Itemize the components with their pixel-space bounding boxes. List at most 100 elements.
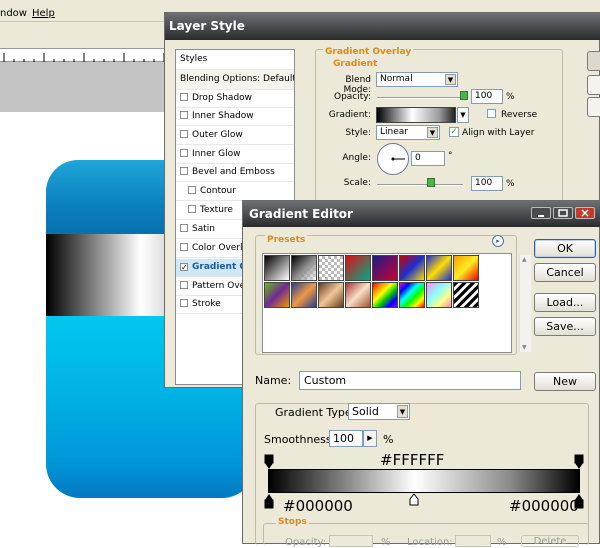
presets-scrollbar[interactable]: ▲ ▼: [519, 255, 531, 352]
checkbox[interactable]: [180, 149, 188, 157]
angle-label: Angle:: [342, 153, 371, 163]
color-stop-left[interactable]: [264, 493, 274, 509]
opacity-stop-right[interactable]: [574, 454, 584, 470]
style-label: Style:: [345, 128, 371, 138]
preset-swatch[interactable]: [426, 282, 452, 308]
minimize-icon[interactable]: [531, 207, 551, 219]
maximize-icon[interactable]: [553, 207, 573, 219]
preset-swatch[interactable]: [264, 282, 290, 308]
chevron-right-icon[interactable]: ▶: [363, 430, 377, 447]
checkbox[interactable]: [180, 299, 188, 307]
delete-button[interactable]: Delete: [521, 535, 579, 547]
cancel-button[interactable]: Cancel: [534, 263, 596, 282]
name-input[interactable]: Custom: [299, 371, 521, 390]
smoothness-field[interactable]: 100: [329, 430, 363, 447]
preset-swatch[interactable]: [372, 255, 398, 281]
preset-swatch[interactable]: [318, 282, 344, 308]
preset-swatch[interactable]: [453, 255, 479, 281]
checkbox[interactable]: [180, 281, 188, 289]
presets-menu-icon[interactable]: ▸: [492, 235, 504, 247]
ok-button-partial[interactable]: [587, 51, 600, 71]
angle-field[interactable]: 0: [411, 151, 445, 166]
gradient-type-select[interactable]: Solid ▼: [348, 403, 410, 420]
preset-swatch[interactable]: [426, 255, 452, 281]
close-icon[interactable]: [575, 207, 595, 219]
checkbox[interactable]: [180, 111, 188, 119]
reverse-checkbox[interactable]: [487, 109, 496, 118]
preset-swatch[interactable]: [399, 255, 425, 281]
align-with-layer-label: Align with Layer: [462, 128, 535, 138]
horizontal-ruler: [0, 48, 166, 63]
styles-list-header[interactable]: Styles: [176, 50, 294, 70]
gradient-preview-swatch[interactable]: [376, 107, 456, 123]
new-style-button-partial[interactable]: [587, 97, 600, 117]
presets-label: Presets: [265, 235, 308, 245]
preset-swatch[interactable]: [318, 255, 344, 281]
ok-button[interactable]: OK: [534, 239, 596, 258]
checkbox[interactable]: [180, 167, 188, 175]
scroll-up-icon[interactable]: ▲: [522, 256, 527, 263]
preset-swatch[interactable]: [345, 282, 371, 308]
style-item-blending-options[interactable]: Blending Options: Default: [176, 70, 294, 90]
style-item-contour[interactable]: Contour: [176, 183, 294, 201]
stop-location-percent: %: [497, 537, 507, 548]
menu-item-help[interactable]: Help: [32, 8, 55, 19]
preset-swatch[interactable]: [399, 282, 425, 308]
scroll-down-icon[interactable]: ▼: [522, 344, 527, 351]
preset-swatch[interactable]: [453, 282, 479, 308]
preset-swatch[interactable]: [264, 255, 290, 281]
checkbox[interactable]: [180, 93, 188, 101]
checkbox[interactable]: [180, 243, 188, 251]
stop-location-field[interactable]: [455, 535, 491, 547]
scale-label: Scale:: [343, 178, 371, 188]
stop-opacity-field[interactable]: [329, 535, 373, 547]
left-stop-color-label: #000000: [283, 497, 353, 515]
gradient-type-label: Gradient Type:: [275, 406, 356, 419]
scale-slider-thumb[interactable]: [427, 178, 435, 187]
gradient-editor-title-text: Gradient Editor: [249, 207, 353, 221]
menu-item-window[interactable]: ndow: [0, 8, 27, 19]
opacity-field[interactable]: 100: [471, 89, 503, 104]
style-item-inner-glow[interactable]: Inner Glow: [176, 146, 294, 164]
percent-label: %: [383, 433, 394, 446]
top-stop-color-label: #FFFFFF: [380, 451, 445, 469]
reverse-label: Reverse: [501, 110, 538, 120]
checkbox[interactable]: [180, 224, 188, 232]
gradient-bar[interactable]: [268, 469, 580, 493]
new-button[interactable]: New: [534, 372, 596, 391]
load-button[interactable]: Load...: [534, 293, 596, 312]
canvas-pasteboard: [0, 62, 166, 112]
style-item-inner-shadow[interactable]: Inner Shadow: [176, 108, 294, 126]
opacity-stop-left[interactable]: [264, 454, 274, 470]
chevron-down-icon: ▼: [445, 74, 456, 85]
gradient-label: Gradient:: [328, 110, 371, 120]
checkmark-icon[interactable]: ✓: [449, 127, 459, 137]
preset-swatch[interactable]: [291, 255, 317, 281]
checkbox[interactable]: [188, 186, 196, 194]
stop-opacity-percent: %: [381, 537, 391, 548]
scale-slider-track[interactable]: [377, 184, 463, 186]
name-label: Name:: [255, 374, 292, 387]
chevron-down-icon[interactable]: ▼: [457, 107, 469, 123]
preset-swatch[interactable]: [291, 282, 317, 308]
checkmark-icon[interactable]: ✓: [180, 263, 188, 272]
cancel-button-partial[interactable]: [587, 75, 600, 95]
checkbox[interactable]: [180, 130, 188, 138]
scale-field[interactable]: 100: [471, 176, 503, 191]
style-select[interactable]: Linear ▼: [376, 125, 440, 140]
gradient-editor-dialog: Gradient Editor Presets ▸ ▲ ▼ OK Cancel …: [242, 200, 600, 548]
opacity-slider-thumb[interactable]: [460, 91, 468, 100]
preset-swatch[interactable]: [345, 255, 371, 281]
style-item-bevel-emboss[interactable]: Bevel and Emboss: [176, 164, 294, 182]
save-button[interactable]: Save...: [534, 317, 596, 336]
opacity-slider-track[interactable]: [377, 97, 463, 99]
blend-mode-select[interactable]: Normal ▼: [376, 72, 458, 87]
style-item-drop-shadow[interactable]: Drop Shadow: [176, 90, 294, 108]
stop-opacity-label: Opacity:: [285, 537, 327, 548]
stops-label: Stops: [276, 517, 309, 527]
style-item-outer-glow[interactable]: Outer Glow: [176, 127, 294, 145]
checkbox[interactable]: [188, 205, 196, 213]
angle-dial[interactable]: [377, 143, 409, 175]
midpoint-stop[interactable]: [409, 493, 419, 509]
preset-swatch[interactable]: [372, 282, 398, 308]
